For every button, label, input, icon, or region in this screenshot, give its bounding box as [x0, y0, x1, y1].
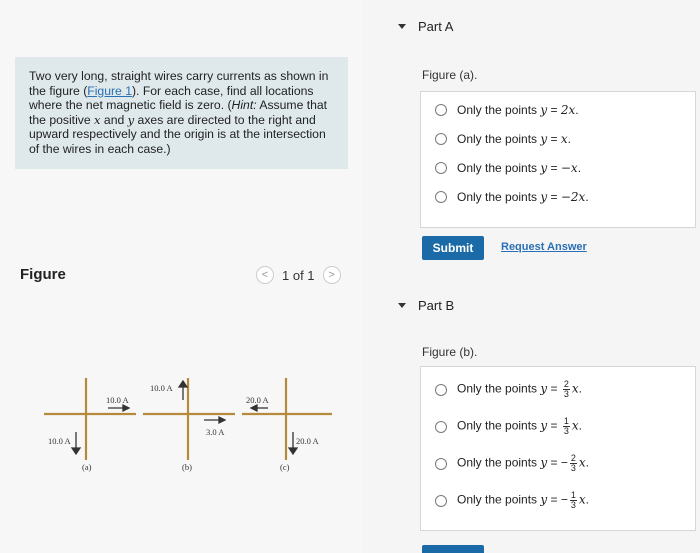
pager-text: 1 of 1: [282, 267, 315, 283]
part-b-figure-label: Figure (b).: [422, 345, 478, 359]
label-b-current-2: 3.0 A: [206, 427, 225, 437]
option[interactable]: Only the points y = −2 3 x.: [435, 445, 695, 482]
option[interactable]: Only the points y = 2x.: [435, 96, 695, 124]
part-a-figure-label: Figure (a).: [422, 68, 478, 82]
option[interactable]: Only the points y = −x.: [435, 153, 695, 182]
caption-a: (a): [82, 462, 92, 472]
arrow-right-icon: [122, 403, 131, 413]
figure-link[interactable]: Figure 1: [87, 84, 132, 98]
hint-label: Hint:: [231, 98, 257, 112]
radio-button[interactable]: [435, 132, 447, 145]
option-label: Only the points y = −1 3 x.: [457, 490, 590, 510]
request-answer-link[interactable]: Request Answer: [501, 241, 587, 253]
part-b-options: Only the points y = 2 3 x. Only the points…: [420, 366, 696, 531]
label-a-current-2: 10.0 A: [106, 395, 130, 405]
part-a-header[interactable]: Part A: [398, 19, 453, 34]
option-label: Only the points y = −2x.: [457, 189, 589, 204]
radio-button[interactable]: [435, 161, 447, 174]
option-label: Only the points y = x.: [457, 131, 571, 146]
collapse-caret-icon[interactable]: [398, 303, 406, 308]
arrow-down-icon: [70, 447, 82, 456]
label-b-current-1: 10.0 A: [150, 383, 174, 393]
wires-figure: 10.0 A 10.0 A (a) 10.0 A 3.0 A (b) 20.0 …: [44, 378, 332, 472]
label-c-current-2: 20.0 A: [296, 436, 320, 446]
caption-b: (b): [182, 462, 192, 472]
figure-pager: < 1 of 1 >: [256, 266, 341, 284]
option-label: Only the points y = −x.: [457, 160, 582, 175]
arrow-right-icon: [218, 415, 227, 425]
arrow-up-icon: [177, 379, 189, 388]
radio-button[interactable]: [435, 383, 447, 396]
option-label: Only the points y = 1 3 x.: [457, 416, 582, 436]
prev-figure-button[interactable]: <: [256, 266, 274, 284]
part-b-title: Part B: [418, 298, 455, 313]
radio-button[interactable]: [435, 494, 447, 507]
part-a-title: Part A: [418, 19, 454, 34]
part-a-options: Only the points y = 2x. Only the points …: [420, 91, 696, 228]
radio-button[interactable]: [435, 457, 447, 470]
label-c-current-1: 20.0 A: [246, 395, 270, 405]
next-figure-button[interactable]: >: [322, 266, 341, 284]
option-label: Only the points y = −2 3 x.: [457, 453, 590, 473]
submit-button[interactable]: Submit: [422, 236, 484, 260]
label-a-current-1: 10.0 A: [48, 436, 72, 446]
left-panel: Two very long, straight wires carry curr…: [0, 0, 362, 553]
part-b-header[interactable]: Part B: [398, 298, 454, 313]
option[interactable]: Only the points y = −2x.: [435, 182, 695, 211]
radio-button[interactable]: [435, 420, 447, 433]
option-label: Only the points y = 2x.: [457, 103, 579, 117]
option[interactable]: Only the points y = x.: [435, 124, 695, 153]
option-label: Only the points y = 2 3 x.: [457, 379, 582, 399]
caption-c: (c): [280, 462, 290, 472]
arrow-down-icon: [287, 447, 299, 456]
radio-button[interactable]: [435, 104, 447, 116]
arrow-left-icon: [249, 403, 258, 413]
problem-statement: Two very long, straight wires carry curr…: [15, 57, 348, 169]
part-b-submit-button[interactable]: [422, 545, 484, 553]
hint-and: and: [100, 112, 128, 127]
figure-heading: Figure: [20, 266, 66, 283]
option[interactable]: Only the points y = 1 3 x.: [435, 408, 695, 445]
option[interactable]: Only the points y = −1 3 x.: [435, 482, 695, 519]
option[interactable]: Only the points y = 2 3 x.: [435, 371, 695, 408]
collapse-caret-icon[interactable]: [398, 24, 406, 29]
right-panel: Part A Figure (a). Only the points y = 2…: [362, 0, 700, 553]
radio-button[interactable]: [435, 190, 447, 203]
